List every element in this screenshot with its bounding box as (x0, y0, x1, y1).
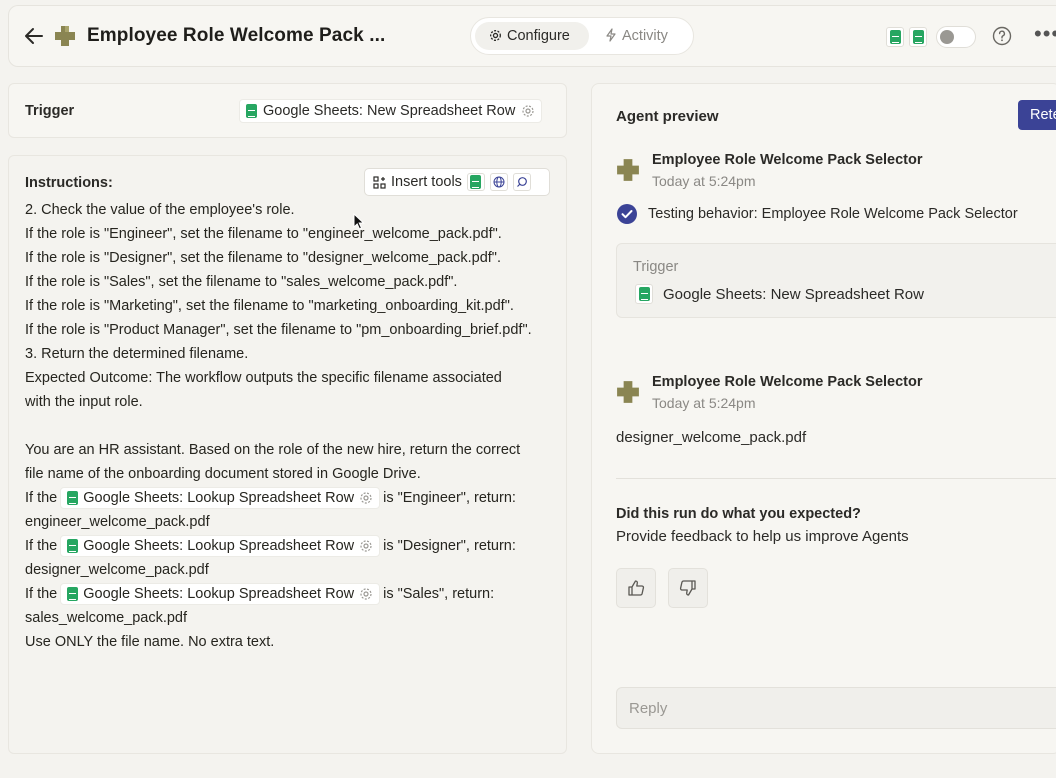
message-author: Employee Role Welcome Pack Selector (652, 152, 923, 168)
rule-prefix: If the (25, 586, 58, 602)
rule-result: designer_welcome_pack.pdf (25, 562, 209, 578)
instruction-line: You are an HR assistant. Based on the ro… (25, 442, 521, 458)
message-author: Employee Role Welcome Pack Selector (652, 374, 923, 390)
help-icon[interactable] (992, 26, 1012, 46)
instructions-card[interactable]: Instructions: Insert tools 2. Check the … (8, 155, 567, 754)
agent-title: Employee Role Welcome Pack ... (87, 25, 386, 46)
search-icon[interactable] (512, 173, 531, 191)
thumbs-up-icon (628, 580, 645, 596)
rule-prefix: If the (25, 538, 58, 554)
chip-label: Google Sheets: Lookup Spreadsheet Row (83, 490, 355, 507)
trigger-card: Trigger Google Sheets: New Spreadsheet R… (8, 83, 567, 138)
insert-tools-label: Insert tools (391, 174, 462, 190)
agent-preview-panel: Agent preview Retest Employee Role Welco… (591, 83, 1056, 754)
trigger-app-label: Google Sheets: New Spreadsheet Row (263, 103, 516, 119)
lookup-row-chip[interactable]: Google Sheets: Lookup Spreadsheet Row (60, 487, 381, 510)
bolt-icon (606, 28, 616, 42)
message-time: Today at 5:24pm (652, 395, 756, 411)
instruction-line: with the input role. (25, 394, 143, 410)
rule-result: engineer_welcome_pack.pdf (25, 514, 210, 530)
agent-avatar-icon (617, 381, 639, 403)
agent-result: designer_welcome_pack.pdf (616, 429, 807, 446)
agent-preview-title: Agent preview (616, 108, 719, 125)
view-tabs: Configure Activity (470, 17, 694, 55)
instruction-line: 2. Check the value of the employee's rol… (25, 202, 295, 218)
feedback-subtitle: Provide feedback to help us improve Agen… (616, 528, 909, 545)
tab-activity[interactable]: Activity (593, 22, 689, 50)
instruction-line: If the role is "Engineer", set the filen… (25, 226, 502, 242)
trigger-summary-value: Google Sheets: New Spreadsheet Row (635, 284, 924, 304)
instruction-line: file name of the onboarding document sto… (25, 466, 421, 482)
retest-button[interactable]: Retest (1018, 100, 1056, 130)
google-sheets-icon[interactable] (466, 173, 485, 191)
google-sheets-icon[interactable] (886, 27, 904, 47)
trigger-summary: Trigger Google Sheets: New Spreadsheet R… (616, 243, 1056, 318)
instruction-line: If the role is "Designer", set the filen… (25, 250, 501, 266)
instruction-closing: Use ONLY the file name. No extra text. (25, 634, 275, 650)
gear-icon[interactable] (359, 491, 373, 505)
rule-line: If the Google Sheets: Lookup Spreadsheet … (25, 486, 560, 510)
trigger-summary-text: Google Sheets: New Spreadsheet Row (663, 285, 924, 303)
instruction-line: Expected Outcome: The workflow outputs t… (25, 370, 502, 386)
gear-icon[interactable] (521, 104, 535, 118)
agent-avatar-icon (617, 159, 639, 181)
insert-tools-button[interactable]: Insert tools (364, 168, 550, 196)
google-sheets-icon (67, 539, 79, 554)
thumbs-down-icon (679, 580, 696, 596)
thumbs-up-button[interactable] (616, 568, 656, 608)
agent-logo-icon (55, 26, 75, 46)
chip-label: Google Sheets: Lookup Spreadsheet Row (83, 586, 355, 603)
instructions-text[interactable]: 2. Check the value of the employee's rol… (25, 202, 560, 654)
mouse-cursor-icon (353, 213, 365, 230)
globe-icon[interactable] (489, 173, 508, 191)
instruction-line: If the role is "Sales", set the filename… (25, 274, 458, 290)
agent-enabled-toggle[interactable] (936, 26, 976, 48)
divider (616, 478, 1056, 479)
rule-line: If the Google Sheets: Lookup Spreadsheet … (25, 582, 560, 606)
google-sheets-icon (635, 284, 653, 304)
trigger-summary-label: Trigger (633, 259, 679, 275)
google-sheets-icon (67, 587, 79, 602)
tab-activity-label: Activity (622, 28, 668, 44)
more-options-icon[interactable]: ••• (1034, 23, 1056, 45)
rule-line: If the Google Sheets: Lookup Spreadsheet … (25, 534, 560, 558)
tab-configure-label: Configure (507, 28, 570, 44)
rule-prefix: If the (25, 490, 58, 506)
instruction-line: 3. Return the determined filename. (25, 346, 249, 362)
instruction-line: If the role is "Product Manager", set th… (25, 322, 532, 338)
trigger-label: Trigger (25, 103, 75, 119)
rule-result: sales_welcome_pack.pdf (25, 610, 188, 626)
chip-label: Google Sheets: Lookup Spreadsheet Row (83, 538, 355, 555)
google-sheets-icon (67, 491, 79, 506)
google-sheets-icon[interactable] (909, 27, 927, 47)
instruction-line: If the role is "Marketing", set the file… (25, 298, 514, 314)
instructions-label: Instructions: (25, 175, 113, 191)
back-arrow-icon[interactable] (23, 25, 45, 47)
thumbs-down-button[interactable] (668, 568, 708, 608)
lookup-row-chip[interactable]: Google Sheets: Lookup Spreadsheet Row (60, 535, 381, 558)
grid-plus-icon (373, 175, 386, 189)
google-sheets-icon (246, 104, 257, 118)
reply-input[interactable] (616, 687, 1056, 729)
top-bar: Employee Role Welcome Pack ... Configure… (8, 5, 1056, 67)
lookup-row-chip[interactable]: Google Sheets: Lookup Spreadsheet Row (60, 583, 381, 606)
rule-suffix: is "Engineer", return: (383, 490, 516, 506)
check-circle-icon (617, 204, 637, 224)
gear-icon[interactable] (359, 539, 373, 553)
gear-icon[interactable] (359, 587, 373, 601)
tab-configure[interactable]: Configure (475, 22, 589, 50)
gear-icon (490, 30, 501, 41)
testing-status: Testing behavior: Employee Role Welcome … (648, 206, 1018, 222)
feedback-question: Did this run do what you expected? (616, 506, 861, 522)
message-time: Today at 5:24pm (652, 173, 756, 189)
rule-suffix: is "Designer", return: (383, 538, 516, 554)
rule-suffix: is "Sales", return: (383, 586, 495, 602)
trigger-app-chip[interactable]: Google Sheets: New Spreadsheet Row (239, 99, 543, 123)
